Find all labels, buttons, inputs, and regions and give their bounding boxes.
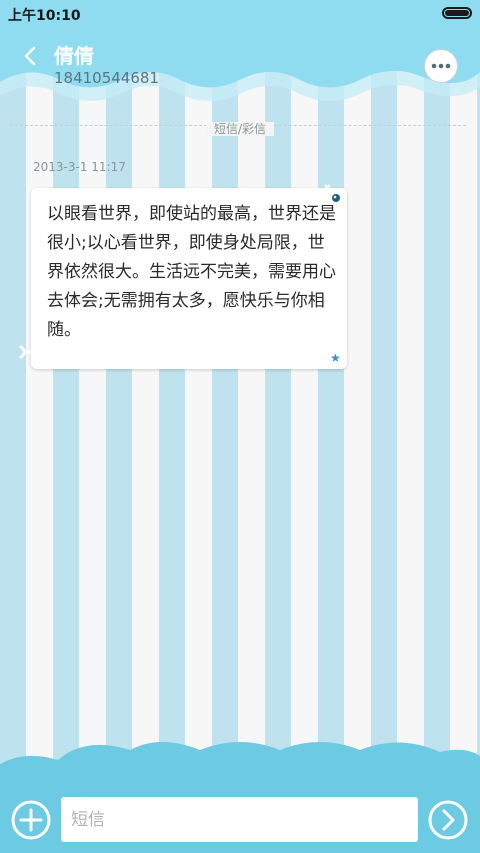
message-text: 以眼看世界，即使站的最高，世界还是很小;以心看世界，即使身处局限，世界依然很大。… (47, 204, 336, 340)
message-input[interactable] (61, 797, 418, 842)
message-bubble[interactable]: 以眼看世界，即使站的最高，世界还是很小;以心看世界，即使身处局限，世界依然很大。… (31, 188, 347, 369)
contact-number: 18410544681 (54, 69, 159, 87)
more-dots-icon (431, 63, 451, 69)
status-bar: 上午10:10 (0, 0, 480, 28)
ribbon-knot-icon (19, 345, 34, 359)
back-button[interactable] (12, 38, 48, 74)
send-button[interactable] (427, 799, 469, 841)
back-chevron-icon (24, 46, 36, 66)
battery-icon (442, 7, 472, 19)
star-icon: ★ (330, 351, 341, 365)
add-attachment-button[interactable] (10, 799, 52, 841)
channel-label: 短信/彩信 (205, 122, 275, 136)
status-time: 上午10:10 (8, 8, 81, 24)
ribbon-knot-icon (324, 184, 340, 202)
more-options-button[interactable] (424, 49, 458, 83)
contact-name: 倩倩 (54, 44, 94, 68)
message-timestamp: 2013-3-1 11:17 (33, 160, 126, 174)
